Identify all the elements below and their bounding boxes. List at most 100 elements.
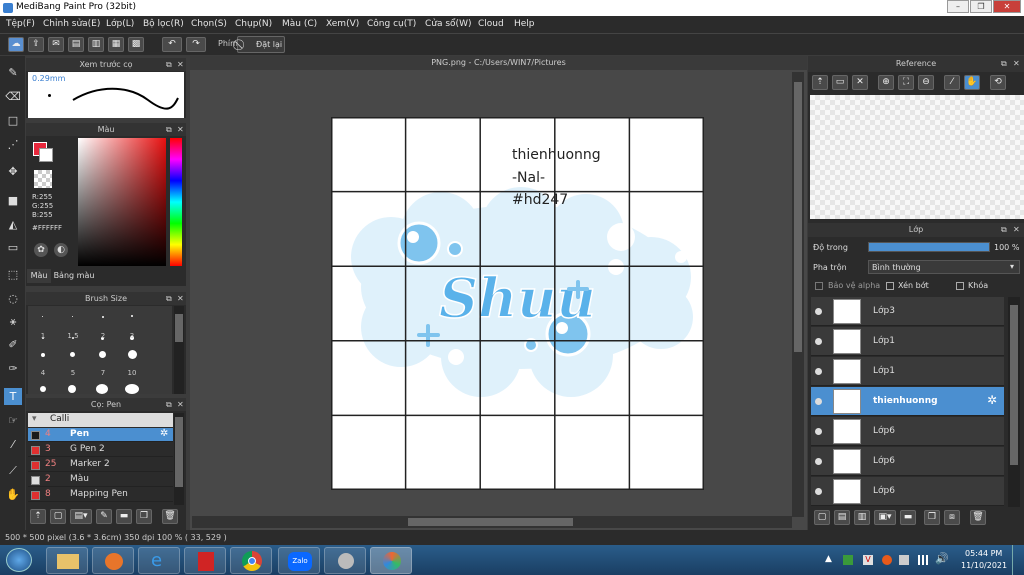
menu-cloud[interactable]: Cloud [478,19,504,29]
new-layer-icon[interactable]: ▢ [814,510,830,525]
start-button[interactable] [6,548,32,572]
horizontal-scrollbar[interactable] [192,516,792,528]
new-brush-icon[interactable]: ▢ [50,509,66,524]
merge-icon[interactable]: ⧈ [944,510,960,525]
eye-icon[interactable] [815,428,822,435]
doc-icon[interactable]: ▤ [68,37,84,52]
maximize-button[interactable]: ❐ [970,0,992,13]
trash-icon[interactable]: 🗑 [162,509,178,524]
hand-tool-icon[interactable]: ✋ [4,486,22,503]
select-tool-icon[interactable]: ⬚ [4,266,22,283]
popout-icon[interactable]: ⧉ [166,292,172,305]
menu-select[interactable]: Chọn(S) [191,19,227,29]
fit-icon[interactable]: ⛶ [898,75,914,90]
menu-snap[interactable]: Chụp(N) [235,19,272,29]
cloud-icon[interactable]: ☁ [8,37,24,52]
add-layer-menu-icon[interactable]: ▣▾ [874,510,896,525]
trash-icon[interactable]: 🗑 [970,510,986,525]
close-icon[interactable]: ✕ [177,58,184,71]
show-desktop-button[interactable] [1012,545,1024,575]
tab-palette[interactable]: Bảng màu [52,269,96,283]
collapse-icon[interactable]: ▾ [32,414,37,424]
gear-icon[interactable]: ✲ [987,393,997,407]
explorer-icon[interactable] [46,547,88,574]
zalo-icon[interactable]: Zalo [278,547,320,574]
menu-tools[interactable]: Công cụ(T) [367,19,416,29]
tray-icon[interactable] [843,555,853,565]
upload-icon[interactable]: ⇡ [812,75,828,90]
brush-item[interactable]: 25 Marker 2 [28,458,173,472]
tray-v-icon[interactable]: V [863,555,873,565]
hand-icon[interactable]: ✋ [964,75,980,90]
tray-arrow-icon[interactable]: ▲ [825,554,832,564]
operation-tool-icon[interactable]: ☞ [4,412,22,429]
menu-file[interactable]: Tệp(F) [6,19,35,29]
canvas-paper[interactable]: Shuu thienhuonng -Nal- #hd247 [331,117,704,490]
close-icon[interactable]: ✕ [1013,56,1020,72]
text-tool-icon[interactable]: T [4,388,22,405]
color-wheel-icon[interactable]: ◐ [54,243,68,257]
eyedropper-tool-icon[interactable]: ⁄ [4,436,22,453]
menu-edit[interactable]: Chỉnh sửa(E) [43,19,100,29]
panel-icon[interactable]: ▦ [108,37,124,52]
layer-row[interactable]: Lớp6 [811,447,1004,476]
redo-icon[interactable]: ↷ [186,37,206,52]
layer-row[interactable]: Lớp6 [811,417,1004,446]
tray-icon[interactable] [882,555,892,565]
new-8bit-layer-icon[interactable]: ▥ [854,510,870,525]
layer-row[interactable]: Lớp3 [811,297,1004,326]
popout-icon[interactable]: ⧉ [166,123,172,136]
popout-icon[interactable]: ⧉ [1001,56,1007,72]
scrollbar[interactable] [174,306,184,394]
rect-tool-icon[interactable]: □ [4,112,22,129]
transparent-swatch[interactable] [34,170,52,188]
document-tab[interactable]: PNG.png - C:/Users/WIN7/Pictures [190,56,807,70]
popout-icon[interactable]: ⧉ [166,398,172,411]
protect-alpha-checkbox[interactable] [815,282,823,290]
brush-size-grid[interactable]: 1 1.5 2 3 4 5 7 10 [28,306,172,394]
zoom-out-icon[interactable]: ⊖ [918,75,934,90]
eye-icon[interactable] [815,458,822,465]
internet-explorer-icon[interactable]: e [138,547,180,574]
clock-time[interactable]: 05:44 PM [965,549,1002,558]
eye-icon[interactable] [815,338,822,345]
gradient-tool-icon[interactable]: ▭ [4,239,22,256]
menu-filter[interactable]: Bộ lọc(R) [143,19,184,29]
keyboard-icon[interactable] [899,555,909,565]
layer-row[interactable]: Lớp6 [811,477,1004,506]
layer-row[interactable]: Lớp1 [811,327,1004,356]
select-eraser-tool-icon[interactable]: ✑ [4,360,22,377]
chrome-icon[interactable] [230,547,272,574]
clock-date[interactable]: 11/10/2021 [961,561,1007,570]
brush-group-header[interactable]: ▾ Calli [28,413,173,427]
dot-tool-icon[interactable]: ⋰ [4,136,22,153]
copy-icon[interactable]: ❐ [136,509,152,524]
menu-window[interactable]: Cửa sổ(W) [425,19,471,29]
menu-view[interactable]: Xem(V) [326,19,359,29]
brush-item[interactable]: 4 Pen ✲ [28,428,173,442]
eye-icon[interactable] [815,368,822,375]
popout-icon[interactable]: ⧉ [166,58,172,71]
reference-area[interactable] [810,95,1024,219]
close-icon[interactable]: ✕ [177,123,184,136]
pdf-reader-icon[interactable] [184,547,226,574]
reset-button[interactable]: ⃠ Đặt lại [237,36,285,53]
layer-row-selected[interactable]: thienhuonng ✲ [811,387,1004,416]
vertical-scrollbar[interactable] [792,72,804,517]
close-button[interactable]: ✕ [993,0,1021,13]
brush-item[interactable]: 2 Màu [28,473,173,487]
duplicate-icon[interactable]: ❐ [924,510,940,525]
eye-icon[interactable] [815,308,822,315]
bucket-tool-icon[interactable]: ◭ [4,216,22,233]
eyedropper-icon[interactable]: ⁄ [944,75,960,90]
background-color-swatch[interactable] [39,148,53,162]
menu-layer[interactable]: Lớp(L) [106,19,134,29]
minimize-button[interactable]: – [947,0,969,13]
close-icon[interactable]: ✕ [177,398,184,411]
app-icon[interactable] [324,547,366,574]
brush-item[interactable]: 8 Mapping Pen [28,488,173,502]
scrollbar[interactable] [174,413,184,505]
medibang-icon[interactable] [370,547,412,574]
hue-slider[interactable] [170,138,182,266]
clip-checkbox[interactable] [886,282,894,290]
